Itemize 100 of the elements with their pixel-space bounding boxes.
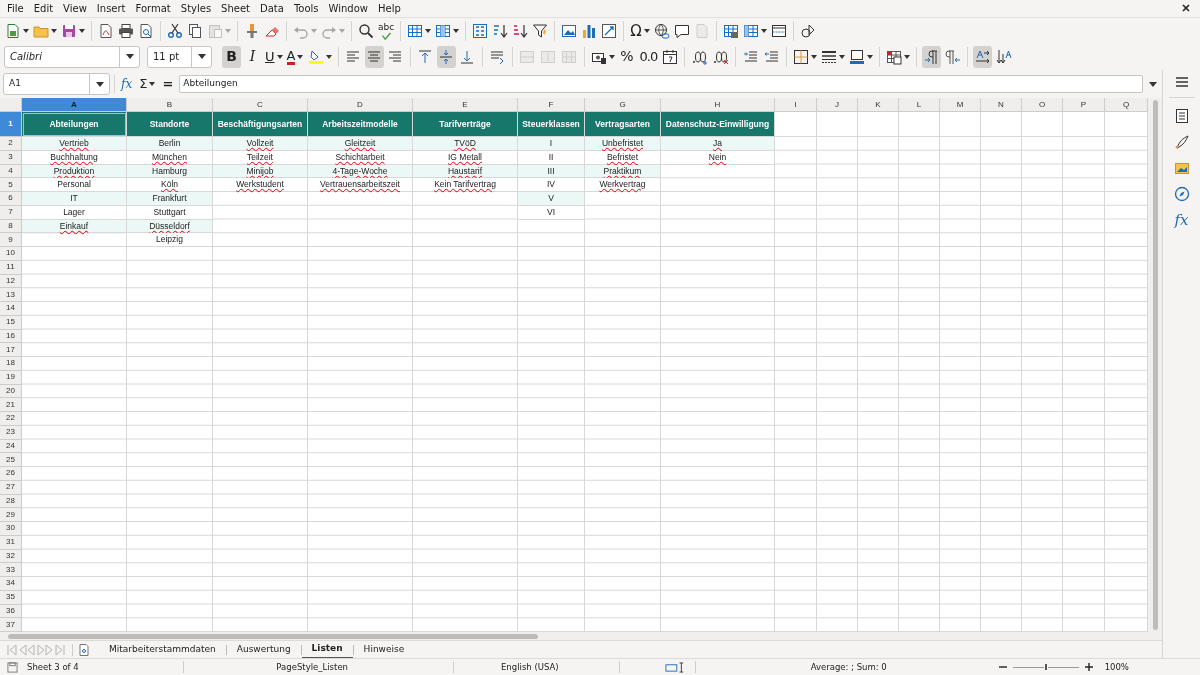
- navigator-icon[interactable]: [1173, 186, 1190, 202]
- sheet-tab[interactable]: Hinweise: [353, 640, 415, 659]
- highlight-icon: [307, 48, 324, 65]
- number-format-button[interactable]: 0.0: [638, 45, 659, 68]
- row-header[interactable]: 18: [0, 357, 22, 371]
- percent-button[interactable]: %: [617, 45, 637, 68]
- row-header[interactable]: 14: [0, 302, 22, 316]
- align-bottom-icon: [459, 48, 475, 65]
- formula-button[interactable]: =: [160, 74, 176, 94]
- menu-item[interactable]: Format: [130, 1, 176, 16]
- column-header[interactable]: F: [518, 98, 585, 112]
- row-header[interactable]: 37: [0, 618, 22, 632]
- font-size-field[interactable]: 11 pt: [147, 45, 212, 68]
- header-footer-icon: [693, 22, 710, 39]
- row-header[interactable]: 6: [0, 192, 22, 206]
- column-header[interactable]: J: [817, 98, 858, 112]
- sheet-tab[interactable]: Auswertung: [226, 640, 301, 659]
- font-color-button[interactable]: A: [285, 45, 305, 68]
- menu-item[interactable]: Tools: [288, 1, 324, 16]
- row-header[interactable]: 17: [0, 343, 22, 357]
- scrollbar-thumb[interactable]: [8, 633, 538, 639]
- column-header[interactable]: B: [127, 98, 213, 112]
- row-header[interactable]: 21: [0, 398, 22, 412]
- zoom-slider-thumb[interactable]: [1043, 663, 1048, 671]
- column-header[interactable]: H: [661, 98, 775, 112]
- column-header[interactable]: G: [585, 98, 661, 112]
- underline-button[interactable]: U: [264, 45, 284, 68]
- column-header[interactable]: Q: [1105, 98, 1148, 112]
- special-character-button[interactable]: Ω: [629, 19, 651, 42]
- zoom-in-icon[interactable]: [1084, 663, 1093, 671]
- function-wizard-button[interactable]: fx: [119, 75, 135, 93]
- functions-button[interactable]: fx: [1174, 212, 1189, 228]
- expand-icon[interactable]: [1149, 81, 1157, 87]
- column-header[interactable]: I: [775, 98, 817, 112]
- copy-icon: [187, 22, 203, 39]
- zoom-out-icon[interactable]: [998, 663, 1007, 671]
- freeze-panes-icon: [742, 22, 759, 39]
- row-header[interactable]: 2: [0, 137, 22, 151]
- caret-icon: [839, 54, 846, 59]
- menu-item[interactable]: View: [58, 1, 92, 16]
- menu-item[interactable]: Data: [255, 1, 289, 16]
- row-header[interactable]: 1: [0, 112, 22, 137]
- row-header[interactable]: 13: [0, 288, 22, 302]
- increase-indent-icon: [742, 48, 759, 65]
- menu-item[interactable]: Edit: [28, 1, 59, 16]
- caret-icon: [95, 81, 104, 87]
- table-cell: Ja: [661, 137, 775, 151]
- table-rows-icon: [407, 22, 424, 39]
- column-header[interactable]: A: [22, 98, 127, 112]
- formula-input[interactable]: Abteilungen: [179, 75, 1143, 93]
- sort-ascending-icon: [492, 22, 509, 39]
- delete-decimal-icon: [712, 48, 729, 65]
- row-header[interactable]: 34: [0, 577, 22, 591]
- column-header[interactable]: K: [858, 98, 899, 112]
- table-cell: Vollzeit: [213, 137, 308, 151]
- menu-item[interactable]: Sheet: [216, 1, 256, 16]
- row-header[interactable]: 9: [0, 233, 22, 247]
- close-icon[interactable]: [1182, 4, 1190, 12]
- column-header[interactable]: E: [413, 98, 518, 112]
- sheet-indicator: Sheet 3 of 4: [27, 660, 80, 674]
- row-header[interactable]: 5: [0, 178, 22, 192]
- row-header[interactable]: 33: [0, 563, 22, 577]
- row-header[interactable]: 25: [0, 453, 22, 467]
- font-name-field[interactable]: Calibri: [4, 45, 140, 68]
- spelling-check-button[interactable]: abc: [377, 19, 396, 42]
- properties-icon[interactable]: [1173, 108, 1190, 124]
- menu-item[interactable]: Window: [323, 1, 373, 16]
- column-header[interactable]: O: [1022, 98, 1063, 112]
- styles-icon[interactable]: [1173, 134, 1190, 150]
- column-header[interactable]: C: [213, 98, 308, 112]
- scrollbar-thumb[interactable]: [1152, 100, 1158, 630]
- sheet-tab[interactable]: Mitarbeiterstammdaten: [99, 640, 226, 659]
- column-header[interactable]: D: [308, 98, 413, 112]
- row-header[interactable]: 10: [0, 247, 22, 261]
- text-direction-button[interactable]: [973, 45, 993, 68]
- table-cell: Werkstudent: [213, 178, 308, 192]
- table-cell: Köln: [127, 178, 213, 192]
- zoom-level[interactable]: 100%: [1104, 660, 1129, 674]
- menu-item[interactable]: Help: [373, 1, 406, 16]
- left-to-right-button[interactable]: [922, 45, 942, 68]
- column-header[interactable]: P: [1063, 98, 1105, 112]
- gallery-icon[interactable]: [1173, 160, 1190, 176]
- row-header[interactable]: 26: [0, 467, 22, 481]
- add-sheet-icon[interactable]: [79, 643, 89, 656]
- column-header[interactable]: M: [940, 98, 981, 112]
- italic-button[interactable]: I: [243, 45, 262, 68]
- row-header[interactable]: 29: [0, 508, 22, 522]
- row-header[interactable]: 30: [0, 522, 22, 536]
- menu-item[interactable]: Insert: [91, 1, 131, 16]
- sum-button[interactable]: Σ: [138, 74, 157, 94]
- menu-item[interactable]: File: [2, 1, 29, 16]
- column-header[interactable]: N: [981, 98, 1022, 112]
- menu-item[interactable]: Styles: [175, 1, 217, 16]
- column-header[interactable]: L: [899, 98, 940, 112]
- bold-button[interactable]: B: [222, 45, 241, 68]
- row-header[interactable]: 22: [0, 412, 22, 426]
- align-middle-button[interactable]: [436, 45, 456, 68]
- name-box[interactable]: A1: [3, 73, 110, 95]
- menu-icon[interactable]: [1175, 77, 1188, 87]
- zoom-slider[interactable]: [1012, 662, 1079, 672]
